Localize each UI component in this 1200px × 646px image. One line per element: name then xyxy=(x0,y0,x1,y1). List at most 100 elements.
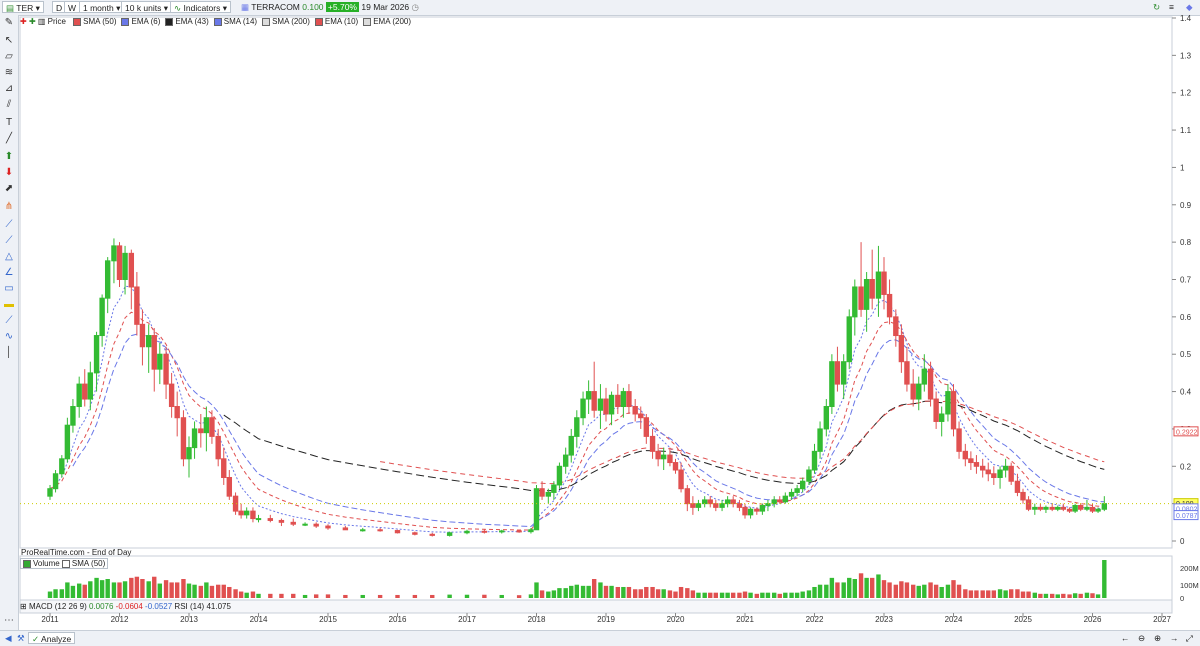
candle-body xyxy=(655,450,661,460)
candle-body xyxy=(93,335,100,374)
candle-body xyxy=(1008,465,1014,482)
year-tick-label: 2023 xyxy=(875,615,893,624)
volume-bar xyxy=(980,590,985,598)
sma-50-line xyxy=(380,400,1105,485)
volume-bar xyxy=(933,584,939,598)
volume-bar xyxy=(591,579,597,598)
candle-body xyxy=(104,260,111,299)
volume-bar xyxy=(829,577,835,598)
volume-bar xyxy=(464,594,470,598)
volume-bar xyxy=(233,589,238,598)
oscillator-legend[interactable]: ⊞ MACD (12 26 9) 0.0076 -0.0604 -0.0527 … xyxy=(20,602,231,611)
volume-bar xyxy=(754,593,760,598)
year-tick-label: 2027 xyxy=(1153,615,1171,624)
scroll-right-icon[interactable]: → xyxy=(1167,632,1182,644)
candle-body xyxy=(782,495,789,503)
volume-bar xyxy=(678,586,684,598)
volume-bar xyxy=(557,588,562,598)
candle-body xyxy=(771,499,777,505)
candle-body xyxy=(139,323,146,348)
expand-icon[interactable]: ⊞ xyxy=(20,602,27,611)
volume-bar xyxy=(922,584,927,598)
volume-bar xyxy=(869,577,875,598)
candle-body xyxy=(806,469,812,482)
candle-body xyxy=(643,417,650,437)
volume-bar xyxy=(910,584,916,598)
candle-body xyxy=(116,245,123,280)
volume-bar xyxy=(748,592,753,598)
volume-bar xyxy=(824,584,829,598)
candle-body xyxy=(759,505,766,512)
volume-bar xyxy=(916,585,921,598)
volume-legend[interactable]: Volume SMA (50) xyxy=(20,558,109,569)
volume-bar xyxy=(169,582,174,598)
candle-body xyxy=(157,353,163,370)
year-tick-label: 2025 xyxy=(1014,615,1032,624)
year-tick-label: 2022 xyxy=(806,615,824,624)
candle-body xyxy=(226,476,233,497)
volume-bar xyxy=(621,586,626,598)
candle-body xyxy=(886,293,893,318)
candle-body xyxy=(979,465,986,471)
price-tag-label: 0.0787 xyxy=(1176,513,1198,520)
volume-bar xyxy=(817,584,823,598)
candle-body xyxy=(82,383,88,400)
candle-body xyxy=(539,488,545,497)
candle-body xyxy=(1043,506,1049,510)
candle-body xyxy=(817,428,823,452)
candle-body xyxy=(881,271,887,295)
candle-body xyxy=(597,398,604,411)
candle-body xyxy=(777,499,783,503)
candle-body xyxy=(904,361,910,385)
candle-body xyxy=(585,391,592,400)
year-tick-label: 2015 xyxy=(319,615,337,624)
candle-body xyxy=(626,391,632,408)
candle-body xyxy=(840,361,847,385)
candle-body xyxy=(528,529,534,533)
volume-bar xyxy=(146,581,151,598)
volume-bar xyxy=(122,581,128,598)
volume-bar xyxy=(152,576,157,598)
candle-body xyxy=(707,499,713,505)
candle-body xyxy=(1095,508,1101,512)
scroll-left-icon[interactable]: ← xyxy=(1118,632,1133,644)
candle-body xyxy=(869,279,875,299)
volume-bar xyxy=(99,580,105,598)
volume-bar xyxy=(719,592,725,598)
volume-bar xyxy=(181,579,186,598)
volume-bar xyxy=(893,584,899,598)
zoom-out-icon[interactable]: ⊖ xyxy=(1135,632,1148,644)
volume-bar xyxy=(1061,593,1066,598)
volume-bar xyxy=(539,590,545,598)
candle-body xyxy=(829,361,835,408)
candle-body xyxy=(620,391,627,408)
candle-body xyxy=(203,417,210,434)
candle-body xyxy=(168,383,175,408)
year-tick-label: 2013 xyxy=(180,615,198,624)
volume-bar xyxy=(667,590,673,598)
candle-body xyxy=(250,510,256,520)
fit-icon[interactable]: ⤢ xyxy=(1183,632,1196,644)
candle-body xyxy=(684,488,691,505)
volume-bar xyxy=(702,592,707,598)
chart-area[interactable]: 1.41.31.21.110.90.80.70.60.50.40.30.20.1… xyxy=(0,0,1200,630)
candle-body xyxy=(823,406,830,430)
candle-body xyxy=(956,428,962,452)
volume-bar xyxy=(708,592,713,598)
candle-body xyxy=(701,499,708,505)
analyze-button[interactable]: ✓ Analyze xyxy=(28,632,76,644)
volume-bar xyxy=(53,589,58,598)
volume-bar xyxy=(430,594,435,598)
volume-bar xyxy=(227,586,232,598)
volume-bar xyxy=(117,582,122,598)
candle-body xyxy=(1037,506,1044,510)
volume-bar xyxy=(997,589,1003,598)
zoom-in-icon[interactable]: ⊕ xyxy=(1151,632,1164,644)
volume-bar xyxy=(105,579,110,598)
drawing-mode-icon[interactable]: ⚒ xyxy=(14,632,28,644)
year-tick-label: 2021 xyxy=(736,615,754,624)
collapse-icon[interactable]: ◀ xyxy=(2,632,15,644)
candle-body xyxy=(545,491,552,497)
candle-body xyxy=(834,361,841,385)
volume-bar xyxy=(1038,593,1043,598)
